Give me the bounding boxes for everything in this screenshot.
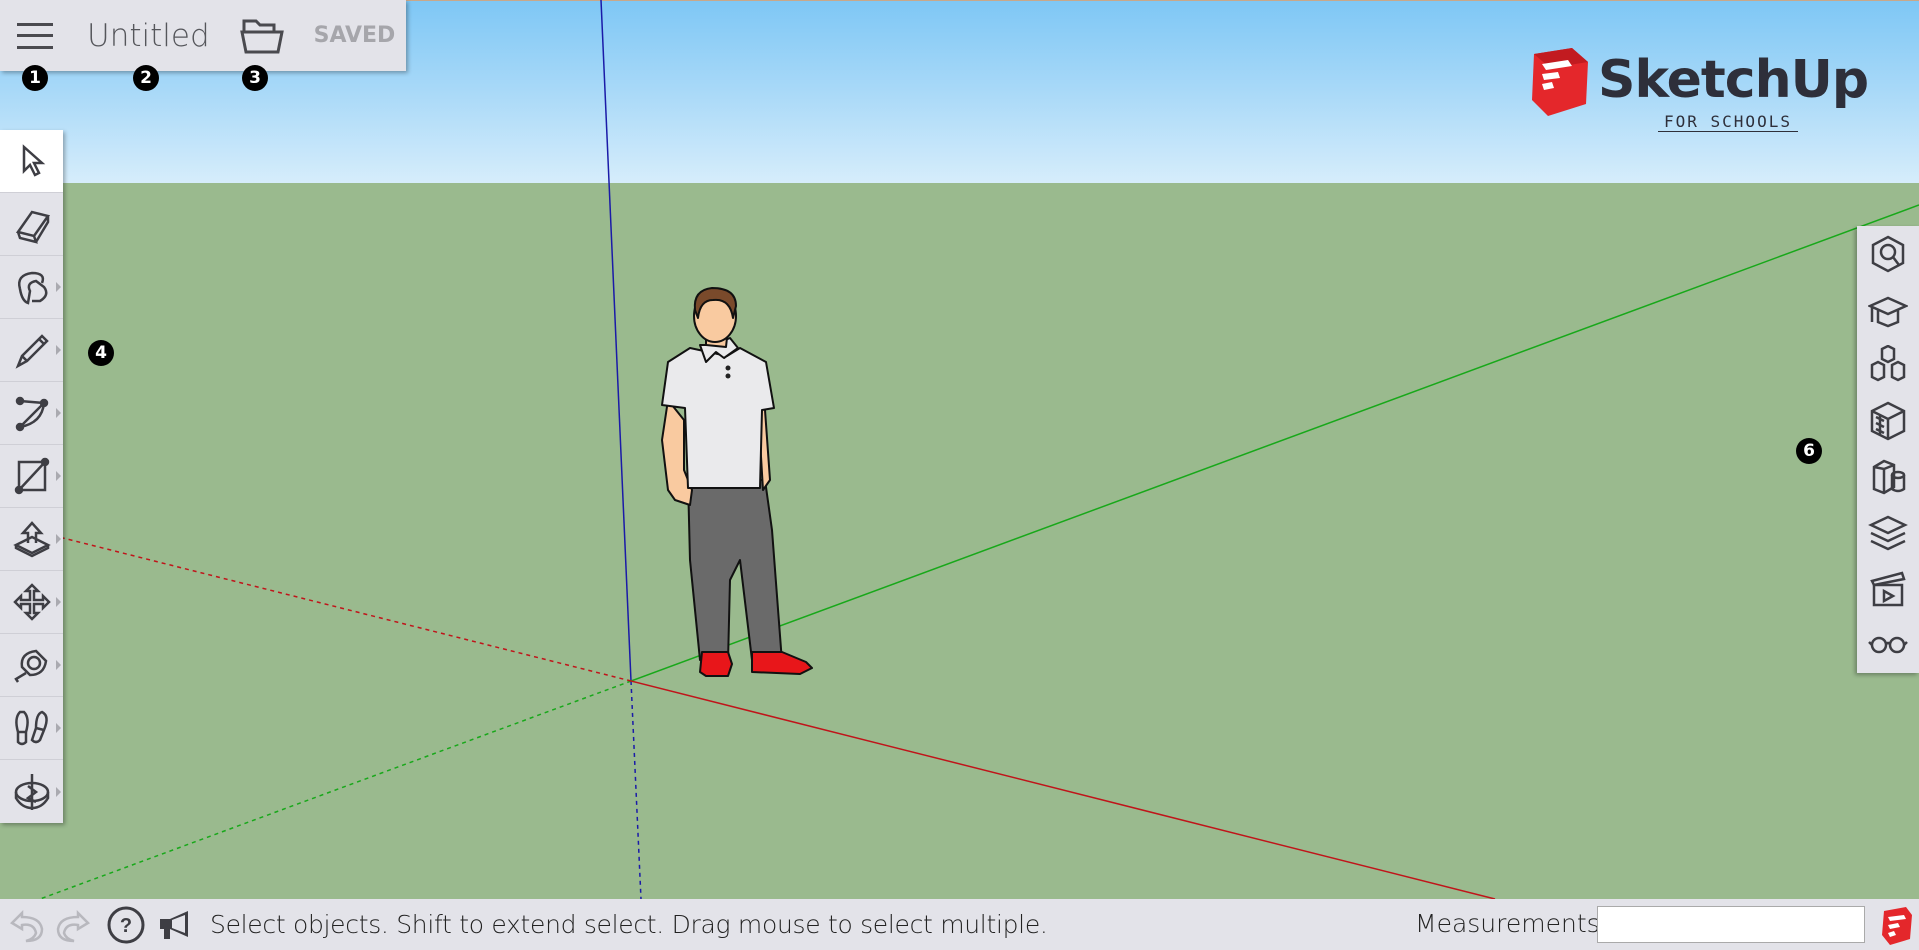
panel-entity-info[interactable]	[1857, 226, 1919, 282]
arc-icon	[15, 396, 48, 432]
measurements-label: Measurements	[1415, 909, 1600, 938]
submenu-arrow-icon	[56, 282, 61, 292]
graduation-cap-icon	[1868, 296, 1908, 328]
tool-move[interactable]	[0, 571, 63, 634]
tool-pencil[interactable]	[0, 319, 63, 382]
sketchup-cube-icon[interactable]	[1880, 905, 1914, 945]
tool-walk[interactable]	[0, 697, 63, 760]
svg-text:?: ?	[120, 915, 132, 937]
redo-icon[interactable]	[52, 905, 92, 945]
submenu-arrow-icon	[56, 408, 61, 418]
tool-eraser[interactable]	[0, 193, 63, 256]
select-arrow-icon	[22, 144, 45, 177]
tool-paint-bucket[interactable]	[0, 256, 63, 319]
status-bar: ? Select objects. Shift to extend select…	[0, 899, 1919, 950]
rectangle-icon	[14, 457, 49, 495]
tool-rectangle[interactable]	[0, 445, 63, 508]
panel-materials[interactable]	[1857, 393, 1919, 449]
red-axis	[630, 680, 1496, 899]
submenu-arrow-icon	[56, 723, 61, 733]
green-axis	[630, 204, 1919, 682]
panel-styles[interactable]	[1857, 449, 1919, 505]
layers-icon	[1868, 515, 1908, 551]
panel-scenes[interactable]	[1857, 561, 1919, 617]
submenu-arrow-icon	[56, 786, 61, 797]
sketchup-logo: SketchUp FOR SCHOOLS	[1528, 48, 1869, 138]
callout-badge-1: 1	[22, 65, 48, 91]
brand-subtitle: FOR SCHOOLS	[1658, 112, 1798, 132]
eraser-icon	[15, 210, 50, 244]
brand-name: SketchUp	[1598, 50, 1869, 110]
footprints-icon	[14, 710, 48, 746]
main-menu-button[interactable]	[17, 22, 53, 49]
tool-tape-measure[interactable]	[0, 634, 63, 697]
pencil-icon	[15, 334, 49, 369]
submenu-arrow-icon	[56, 471, 61, 481]
submenu-arrow-icon	[56, 660, 61, 670]
panel-layers[interactable]	[1857, 505, 1919, 561]
undo-icon[interactable]	[8, 905, 48, 945]
styles-icon	[1872, 459, 1906, 495]
tool-select[interactable]	[0, 130, 63, 193]
callout-badge-3: 3	[242, 65, 268, 91]
folder-open-icon[interactable]	[239, 18, 284, 54]
hamburger-icon	[17, 22, 53, 26]
left-toolbar	[0, 130, 63, 823]
save-status: SAVED	[313, 23, 396, 48]
push-pull-icon	[12, 521, 51, 558]
top-bar: Untitled SAVED	[0, 0, 406, 71]
components-icon	[1870, 345, 1906, 382]
move-icon	[12, 583, 51, 621]
right-panel-toolbar	[1857, 226, 1919, 673]
submenu-arrow-icon	[56, 534, 61, 544]
panel-components[interactable]	[1857, 338, 1919, 394]
entity-info-icon	[1871, 235, 1905, 273]
glasses-icon	[1868, 637, 1908, 654]
submenu-arrow-icon	[56, 345, 61, 355]
help-icon[interactable]: ?	[106, 905, 146, 945]
submenu-arrow-icon	[56, 597, 61, 607]
tool-arc[interactable]	[0, 382, 63, 445]
callout-badge-4: 4	[88, 340, 114, 366]
tool-push-pull[interactable]	[0, 508, 63, 571]
sketchup-cube-icon	[1532, 48, 1588, 116]
scale-figure[interactable]	[661, 287, 813, 677]
red-axis-negative	[62, 537, 632, 682]
blue-axis	[600, 0, 632, 682]
paint-bucket-icon	[17, 271, 47, 305]
megaphone-icon[interactable]	[156, 905, 196, 945]
materials-icon	[1870, 401, 1906, 441]
panel-display[interactable]	[1857, 617, 1919, 673]
callout-badge-6: 6	[1796, 438, 1822, 464]
green-axis-negative	[39, 680, 632, 899]
tape-measure-icon	[13, 649, 47, 683]
orbit-icon	[14, 773, 49, 810]
scenes-icon	[1870, 571, 1906, 606]
panel-instructor[interactable]	[1857, 282, 1919, 338]
measurements-input[interactable]	[1597, 906, 1865, 943]
tool-orbit[interactable]	[0, 760, 63, 823]
model-title[interactable]: Untitled	[87, 18, 210, 54]
status-message: Select objects. Shift to extend select. …	[210, 910, 1048, 939]
blue-axis-negative	[630, 680, 642, 899]
callout-badge-2: 2	[133, 65, 159, 91]
